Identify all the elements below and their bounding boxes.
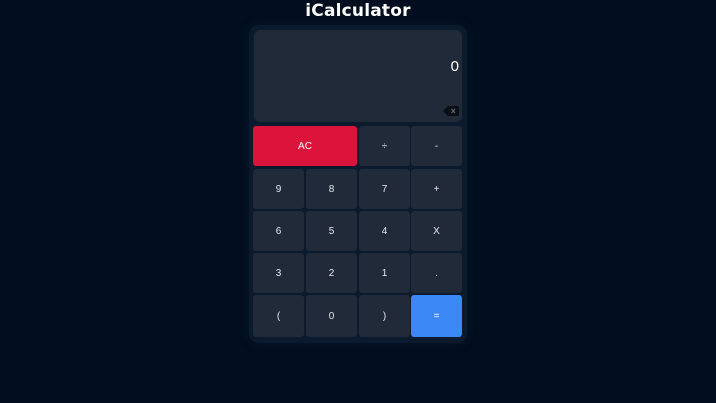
- eight-button[interactable]: 8: [306, 169, 357, 209]
- decimal-button[interactable]: .: [411, 253, 462, 293]
- plus-button[interactable]: +: [411, 169, 462, 209]
- app-title: iCalculator: [305, 1, 411, 21]
- seven-button[interactable]: 7: [359, 169, 410, 209]
- five-button[interactable]: 5: [306, 211, 357, 251]
- clear-button[interactable]: AC: [253, 126, 357, 166]
- zero-button[interactable]: 0: [306, 295, 357, 337]
- nine-button[interactable]: 9: [253, 169, 304, 209]
- one-button[interactable]: 1: [359, 253, 410, 293]
- two-button[interactable]: 2: [306, 253, 357, 293]
- open-paren-button[interactable]: (: [253, 295, 304, 337]
- calculator: 0 AC ÷ - 9 8 7 + 6 5 4 X 3 2 1 . ( 0 ) =: [249, 25, 467, 343]
- three-button[interactable]: 3: [253, 253, 304, 293]
- multiply-button[interactable]: X: [411, 211, 462, 251]
- equals-button[interactable]: =: [411, 295, 462, 337]
- close-paren-button[interactable]: ): [359, 295, 410, 337]
- display-panel: 0: [254, 30, 462, 122]
- backspace-icon[interactable]: [443, 106, 459, 116]
- minus-button[interactable]: -: [411, 126, 462, 166]
- divide-button[interactable]: ÷: [359, 126, 410, 166]
- display-value: 0: [450, 58, 459, 75]
- four-button[interactable]: 4: [359, 211, 410, 251]
- page: iCalculator 0 AC ÷ - 9 8 7 + 6 5 4 X 3 2…: [0, 0, 716, 403]
- six-button[interactable]: 6: [253, 211, 304, 251]
